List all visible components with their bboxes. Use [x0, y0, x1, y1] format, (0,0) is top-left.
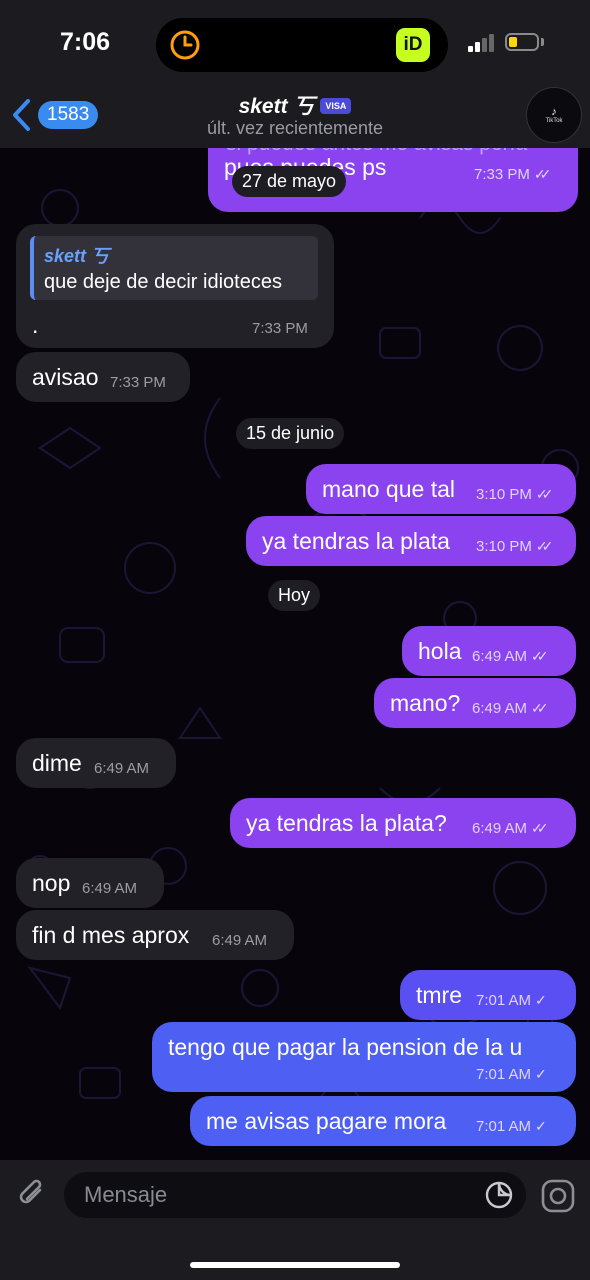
check-icon: ✓	[535, 992, 547, 1008]
battery-tip	[541, 38, 544, 46]
message-bubble-outgoing[interactable]: mano que tal 3:10 PM ✓✓	[306, 464, 576, 514]
message-text: hola	[418, 638, 462, 664]
message-time: 7:33 PM	[110, 374, 166, 391]
message-time: 6:49 AM	[212, 932, 268, 949]
app-activity-icon: iD	[396, 28, 430, 62]
tiktok-logo-icon: ♪	[551, 105, 557, 118]
double-check-icon: ✓✓	[531, 648, 549, 664]
status-bar: 7:06 iD	[0, 0, 590, 90]
message-bubble-outgoing[interactable]: hola 6:49 AM ✓✓	[402, 626, 576, 676]
message-bubble-outgoing[interactable]: tmre 7:01 AM ✓	[400, 970, 576, 1020]
message-bubble-outgoing[interactable]: tengo que pagar la pension de la u 7:01 …	[152, 1022, 576, 1092]
message-text: me avisas pagare mora	[206, 1108, 447, 1134]
message-time: 7:01 AM	[476, 1066, 532, 1083]
message-time: 6:49 AM	[472, 820, 528, 837]
home-indicator[interactable]	[190, 1262, 400, 1268]
dynamic-island[interactable]: iD	[156, 18, 448, 72]
double-check-icon: ✓✓	[535, 486, 554, 502]
message-time: 6:49 AM	[472, 700, 528, 717]
message-time: 7:01 AM	[476, 992, 532, 1009]
message-time: 6:49 AM	[94, 760, 150, 777]
message-meta: 7:01 AM ✓	[476, 1066, 547, 1083]
message-bubble-outgoing[interactable]: mano? 6:49 AM ✓✓	[374, 678, 576, 728]
message-time: 7:33 PM	[252, 320, 308, 337]
message-time: 3:10 PM	[476, 538, 532, 555]
reply-text: que deje de decir idioteces	[44, 271, 282, 293]
message-bubble-outgoing[interactable]: ya tendras la plata? 6:49 AM ✓✓	[230, 798, 576, 848]
visa-badge: VISA	[320, 98, 352, 114]
message-time: 7:33 PM	[474, 166, 530, 183]
message-meta: 3:10 PM ✓✓	[476, 486, 554, 503]
double-check-icon: ✓✓	[531, 820, 549, 836]
signal-icon	[468, 34, 494, 52]
reply-author: skett 丂	[44, 246, 110, 266]
check-icon: ✓	[535, 1118, 547, 1134]
chat-header: skett 丂 VISA últ. vez recientemente 1583 …	[0, 87, 590, 148]
message-text: ya tendras la plata?	[246, 810, 447, 836]
message-text: .	[32, 312, 39, 338]
double-check-icon: ✓✓	[535, 538, 554, 554]
message-text: mano que tal	[322, 476, 455, 502]
double-check-icon: ✓✓	[531, 700, 549, 716]
message-meta: 3:10 PM ✓✓	[476, 538, 554, 555]
message-text: fin d mes aprox	[32, 922, 190, 948]
message-text: tengo que pagar la pension de la u	[168, 1034, 523, 1060]
chat-background: si puedes antes me avisas porfa pues pue…	[0, 148, 590, 1160]
message-time: 7:01 AM	[476, 1118, 532, 1135]
chat-title: skett 丂	[238, 95, 315, 118]
timer-icon	[170, 30, 200, 60]
message-bubble-outgoing[interactable]: me avisas pagare mora 7:01 AM ✓	[190, 1096, 576, 1146]
message-text: avisao	[32, 364, 99, 390]
message-text: tmre	[416, 982, 462, 1008]
message-text: ya tendras la plata	[262, 528, 450, 554]
double-check-icon: ✓✓	[533, 166, 552, 182]
message-bubble-incoming[interactable]: nop 6:49 AM	[16, 858, 164, 908]
avatar-label: TikTok	[545, 117, 563, 124]
message-meta: 7:33 PM ✓✓	[474, 166, 552, 183]
message-text: dime	[32, 750, 82, 776]
message-time: 6:49 AM	[82, 880, 138, 897]
back-button[interactable]: 1583	[10, 98, 99, 132]
status-time: 7:06	[60, 28, 111, 56]
message-meta: 6:49 AM ✓✓	[472, 700, 549, 717]
date-separator: Hoy	[268, 580, 321, 611]
message-meta: 7:01 AM ✓	[476, 1118, 547, 1135]
message-time: 6:49 AM	[472, 648, 528, 665]
message-bubble-outgoing[interactable]: ya tendras la plata 3:10 PM ✓✓	[246, 516, 576, 566]
message-bubble-incoming[interactable]: skett 丂 que deje de decir idioteces . 7:…	[16, 224, 334, 348]
unread-count-badge: 1583	[38, 101, 99, 129]
paperclip-icon[interactable]	[14, 1176, 50, 1212]
message-meta: 7:01 AM ✓	[476, 992, 547, 1009]
reply-quote[interactable]: skett 丂 que deje de decir idioteces	[30, 236, 318, 300]
message-time: 3:10 PM	[476, 486, 532, 503]
avatar[interactable]: ♪ TikTok	[526, 87, 582, 143]
check-icon: ✓	[535, 1066, 547, 1082]
sticker-icon[interactable]	[484, 1180, 514, 1210]
message-meta: 6:49 AM ✓✓	[472, 820, 549, 837]
date-separator: 27 de mayo	[232, 166, 347, 197]
chevron-left-icon	[13, 99, 30, 131]
message-text: nop	[32, 870, 71, 896]
message-meta: 6:49 AM ✓✓	[472, 648, 549, 665]
battery-icon	[505, 33, 539, 51]
camera-icon[interactable]	[540, 1178, 576, 1214]
message-bubble-incoming[interactable]: avisao 7:33 PM	[16, 352, 190, 402]
date-separator: 15 de junio	[236, 418, 345, 449]
message-input[interactable]	[64, 1172, 526, 1218]
message-bubble-incoming[interactable]: fin d mes aprox 6:49 AM	[16, 910, 294, 960]
message-text: mano?	[390, 690, 461, 716]
message-bubble-incoming[interactable]: dime 6:49 AM	[16, 738, 176, 788]
